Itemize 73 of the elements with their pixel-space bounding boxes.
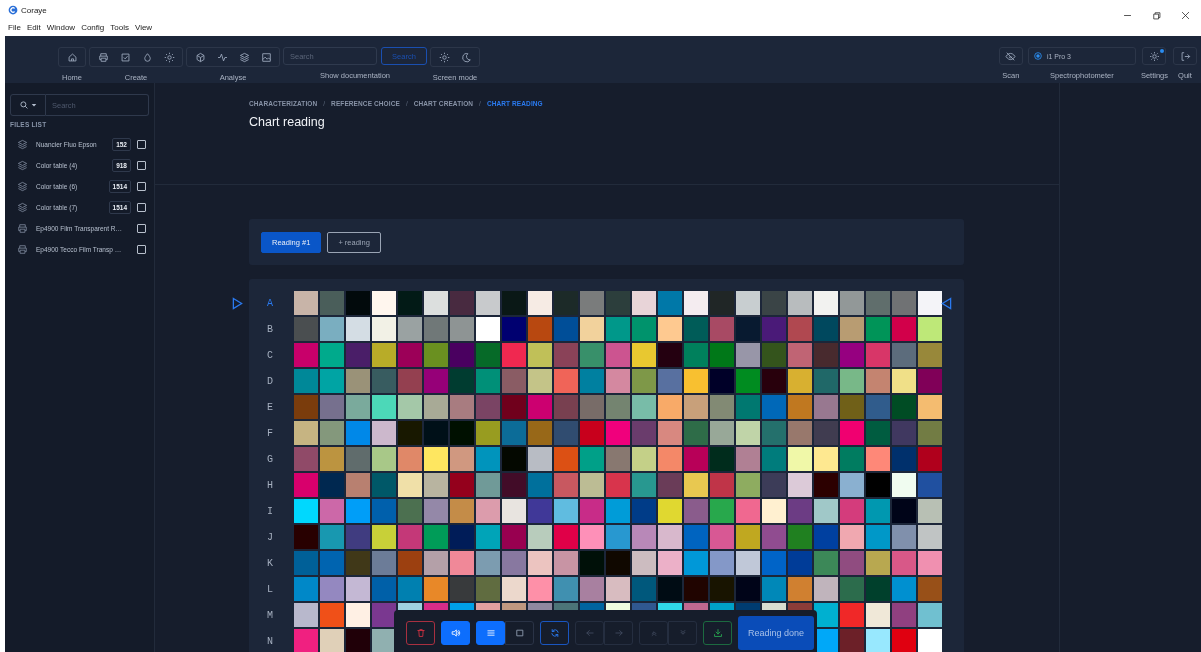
reading-done-button[interactable]: Reading done [738, 616, 815, 650]
file-checkbox[interactable] [137, 182, 146, 191]
row-label: L [266, 583, 274, 595]
row-label: E [266, 401, 274, 413]
menu-item[interactable]: Window [46, 22, 76, 32]
pulse-icon [216, 51, 228, 63]
row-label: H [266, 479, 274, 491]
menu-item[interactable]: Edit [26, 22, 41, 32]
row-label: F [266, 427, 274, 439]
square-icon [514, 628, 525, 638]
file-checkbox[interactable] [137, 224, 146, 233]
printer-icon [17, 223, 28, 234]
row-label: K [266, 557, 274, 569]
trash-button[interactable] [406, 621, 435, 645]
list-button[interactable] [476, 621, 505, 645]
layers-icon [17, 139, 28, 150]
file-checkbox[interactable] [137, 161, 146, 170]
quit-button[interactable] [1173, 47, 1197, 65]
scan-button[interactable] [998, 47, 1023, 65]
caret-icon [31, 102, 37, 108]
speaker-button[interactable] [441, 621, 470, 645]
printer-icon [97, 51, 109, 63]
row-label: C [266, 349, 274, 361]
app-logo-icon [8, 5, 18, 15]
menu-item[interactable]: View [134, 22, 153, 32]
layers-icon [17, 202, 28, 213]
menu-item[interactable]: Tools [110, 22, 129, 32]
row-label: G [266, 453, 274, 465]
trash-icon [415, 628, 426, 638]
speaker-icon [450, 628, 461, 638]
row-label: N [266, 635, 274, 647]
settings-icon [1148, 50, 1160, 62]
row-label: A [266, 297, 274, 309]
printer-icon [17, 244, 28, 255]
layers-icon [17, 181, 28, 192]
row-label: I [266, 505, 274, 517]
close-icon[interactable] [1180, 9, 1191, 21]
square-button[interactable] [505, 621, 534, 645]
page-title: Chart reading [249, 115, 326, 129]
arrow-right-icon [613, 628, 624, 638]
refresh-icon [549, 628, 560, 638]
search-filter-dropdown[interactable] [10, 94, 46, 116]
row-label: D [266, 375, 274, 387]
checkbox-icon [119, 51, 131, 63]
restore-icon[interactable] [1151, 9, 1162, 21]
search-icon [19, 100, 29, 110]
download-icon [712, 628, 723, 638]
arrow-left-icon [584, 628, 595, 638]
file-checkbox[interactable] [137, 203, 146, 212]
list-icon [485, 628, 496, 638]
cube-icon [194, 51, 206, 63]
drop-icon [141, 51, 153, 63]
home-icon [66, 51, 78, 63]
file-checkbox[interactable] [137, 140, 146, 149]
layers-icon [17, 160, 28, 171]
file-checkbox[interactable] [137, 245, 146, 254]
sun-icon [438, 51, 450, 63]
moon-icon [460, 51, 472, 63]
row-label: B [266, 323, 274, 335]
chevrons-down-icon [677, 628, 688, 638]
menu-item[interactable]: File [8, 22, 21, 32]
image-icon [260, 51, 272, 63]
eye-off-icon [1005, 50, 1017, 62]
sun-icon [163, 51, 175, 63]
row-label: M [266, 609, 274, 621]
logout-icon [1179, 50, 1191, 62]
row-label: J [266, 531, 274, 543]
window-title: Coraye [21, 5, 47, 15]
download-button[interactable] [703, 621, 732, 645]
layers-icon [238, 51, 250, 63]
settings-button[interactable] [1142, 47, 1167, 65]
refresh-button[interactable] [540, 621, 569, 645]
menu-item[interactable]: Config [81, 22, 105, 32]
